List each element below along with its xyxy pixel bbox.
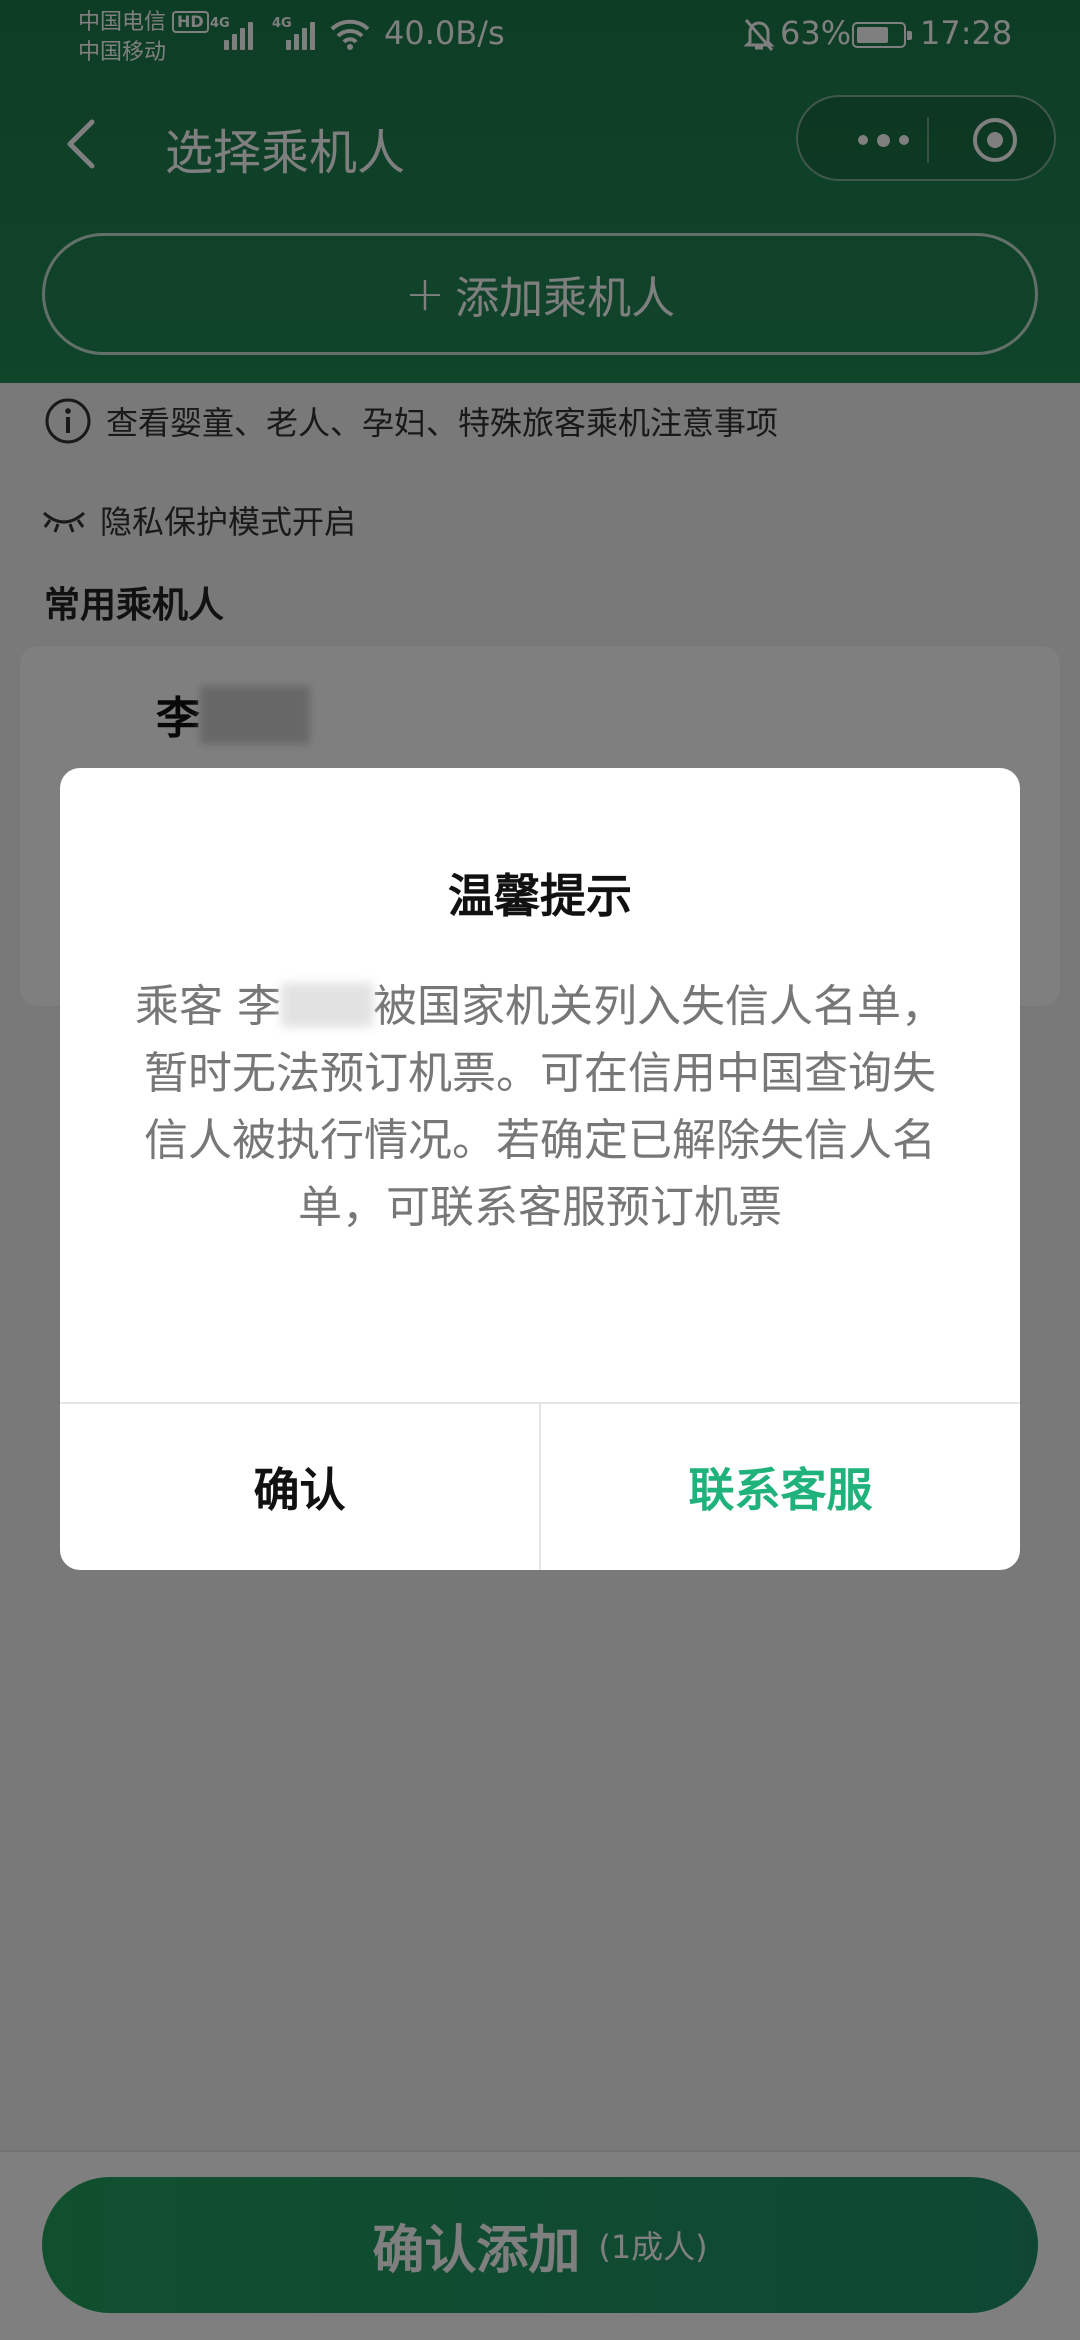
dialog-title: 温馨提示 xyxy=(448,869,632,923)
masked-name-inline xyxy=(281,983,373,1027)
confirm-button[interactable]: 确认 xyxy=(60,1404,539,1570)
dialog-message: 乘客 李被国家机关列入失信人名单，暂时无法预订机票。可在信用中国查询失信人被执行… xyxy=(130,973,950,1241)
dialog-message-prefix: 乘客 李 xyxy=(135,981,281,1032)
contact-service-button[interactable]: 联系客服 xyxy=(541,1404,1020,1570)
warning-dialog: 温馨提示 乘客 李被国家机关列入失信人名单，暂时无法预订机票。可在信用中国查询失… xyxy=(60,768,1020,1570)
